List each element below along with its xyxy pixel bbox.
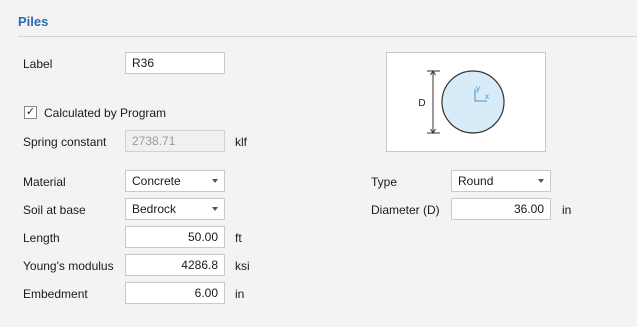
youngs-modulus-unit: ksi <box>235 259 250 273</box>
diameter-input[interactable]: 36.00 <box>451 198 551 220</box>
calculated-by-program-checkbox[interactable]: ✓ <box>24 106 37 119</box>
length-unit: ft <box>235 231 242 245</box>
chevron-down-icon <box>212 179 218 183</box>
embedment-input[interactable]: 6.00 <box>125 282 225 304</box>
type-select-value: Round <box>458 174 494 188</box>
type-select[interactable]: Round <box>451 170 551 192</box>
spring-constant-unit: klf <box>235 135 247 149</box>
embedment-unit: in <box>235 287 245 301</box>
chevron-down-icon <box>212 207 218 211</box>
youngs-modulus-input[interactable]: 4286.8 <box>125 254 225 276</box>
length-label: Length <box>23 231 60 245</box>
embedment-label: Embedment <box>23 287 88 301</box>
material-label: Material <box>23 175 66 189</box>
label-input[interactable]: R36 <box>125 52 225 74</box>
section-divider <box>18 36 637 37</box>
spring-constant-label: Spring constant <box>23 135 107 149</box>
soil-at-base-label: Soil at base <box>23 203 86 217</box>
label-field-label: Label <box>23 57 53 71</box>
round-pile-diagram: D y x <box>418 70 505 134</box>
spring-constant-input: 2738.71 <box>125 130 225 152</box>
diameter-dimension-line <box>427 70 440 134</box>
chevron-down-icon <box>538 179 544 183</box>
diameter-label: Diameter (D) <box>371 203 440 217</box>
youngs-modulus-label: Young's modulus <box>23 259 114 273</box>
diameter-dimension-label: D <box>418 98 425 109</box>
material-select[interactable]: Concrete <box>125 170 225 192</box>
pile-cross-section-preview: D y x <box>386 52 546 152</box>
pile-circle <box>441 70 505 134</box>
type-label: Type <box>371 175 398 189</box>
soil-at-base-select[interactable]: Bedrock <box>125 198 225 220</box>
soil-at-base-select-value: Bedrock <box>132 202 177 216</box>
axis-y-label: y <box>476 84 480 93</box>
diameter-unit: in <box>562 203 572 217</box>
axis-x-label: x <box>485 92 489 101</box>
calculated-by-program-label[interactable]: Calculated by Program <box>44 106 166 120</box>
length-input[interactable]: 50.00 <box>125 226 225 248</box>
section-title: Piles <box>18 14 49 29</box>
material-select-value: Concrete <box>132 174 181 188</box>
